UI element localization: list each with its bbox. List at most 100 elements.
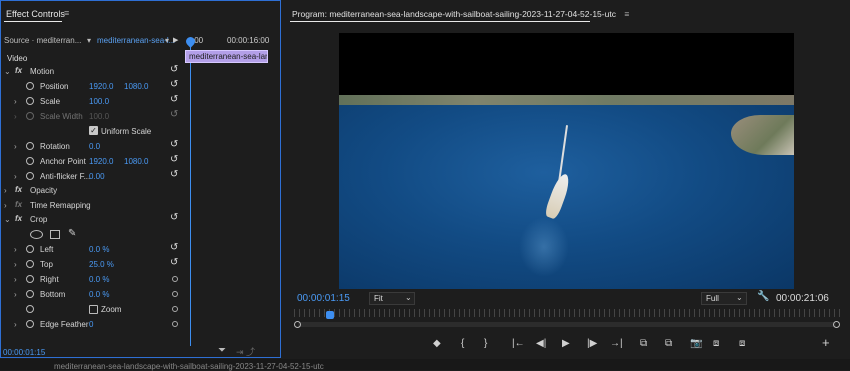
zoom-checkbox[interactable]: [89, 305, 98, 314]
export-frame-icon[interactable]: 📷: [690, 338, 702, 349]
mark-out-icon[interactable]: }: [484, 338, 487, 349]
opacity-row[interactable]: › fx Opacity: [0, 184, 184, 199]
clip-bar[interactable]: mediterranean-sea-lan: [185, 50, 268, 63]
chevron-down-icon[interactable]: ⌄: [405, 293, 412, 302]
stopwatch-icon[interactable]: [26, 260, 34, 268]
ellipse-mask-icon[interactable]: [30, 230, 43, 239]
keyframe-icon[interactable]: [172, 321, 178, 327]
stopwatch-icon[interactable]: [26, 142, 34, 150]
stopwatch-icon[interactable]: [26, 290, 34, 298]
fx-icon[interactable]: fx: [15, 185, 22, 194]
chevron-right-icon[interactable]: ›: [14, 172, 17, 181]
keyframe-icon[interactable]: [172, 306, 178, 312]
stopwatch-icon[interactable]: [26, 320, 34, 328]
chevron-right-icon[interactable]: ›: [14, 320, 17, 329]
chevron-right-icon[interactable]: ›: [4, 201, 7, 210]
anchor-y-value[interactable]: 1080.0: [124, 157, 148, 166]
fx-icon[interactable]: fx: [15, 214, 22, 223]
export-icons: ⇥ ⤴: [236, 347, 256, 357]
scale-value[interactable]: 100.0: [89, 97, 109, 106]
rotation-value[interactable]: 0.0: [89, 142, 100, 151]
motion-row[interactable]: ⌄ fx Motion: [0, 65, 184, 80]
effect-controls-tab[interactable]: Effect Controls: [6, 9, 65, 19]
panel-menu-icon[interactable]: ≡: [64, 8, 69, 18]
chevron-down-icon[interactable]: ⌄: [4, 215, 11, 224]
uniform-scale-checkbox[interactable]: ✓: [89, 126, 98, 135]
chevron-down-icon[interactable]: ⌄: [4, 67, 11, 76]
filter-icon[interactable]: ⏷: [218, 345, 226, 356]
source-selector[interactable]: Source · mediterran...: [4, 36, 81, 45]
anti-flicker-value[interactable]: 0.00: [89, 172, 105, 181]
reset-icon[interactable]: ↺: [170, 154, 178, 165]
crop-left-value[interactable]: 0.0 %: [89, 245, 109, 254]
reset-icon[interactable]: ↺: [170, 169, 178, 180]
active-tab-underline: [290, 21, 590, 22]
stopwatch-icon[interactable]: [26, 245, 34, 253]
comparison-view-icon[interactable]: ⧈: [713, 338, 719, 349]
reset-icon[interactable]: ↺: [170, 64, 178, 75]
rectangle-mask-icon[interactable]: [50, 230, 60, 239]
crop-bottom-value[interactable]: 0.0 %: [89, 290, 109, 299]
play-only-icon[interactable]: ▶: [173, 36, 178, 44]
crop-top-value[interactable]: 25.0 %: [89, 260, 114, 269]
clip-selector[interactable]: mediterranean-sea-l...: [97, 36, 175, 45]
position-y-value[interactable]: 1080.0: [124, 82, 148, 91]
zoom-scrollbar[interactable]: [298, 322, 836, 327]
extract-icon[interactable]: ⧉: [665, 338, 672, 349]
mark-in-icon[interactable]: {: [461, 338, 464, 349]
scrollbar-left-handle[interactable]: [294, 321, 301, 328]
reset-icon[interactable]: ↺: [170, 212, 178, 223]
lift-icon[interactable]: ⧉: [640, 338, 647, 349]
step-forward-icon[interactable]: |▶: [587, 338, 597, 349]
chevron-right-icon[interactable]: ›: [14, 275, 17, 284]
scrollbar-right-handle[interactable]: [833, 321, 840, 328]
time-remapping-row[interactable]: › fx Time Remapping: [0, 199, 184, 214]
stopwatch-icon[interactable]: [26, 82, 34, 90]
reset-icon[interactable]: ↺: [170, 139, 178, 150]
keyframe-icon[interactable]: [172, 291, 178, 297]
crop-row[interactable]: ⌄ fx Crop: [0, 213, 184, 228]
reset-icon[interactable]: ↺: [170, 79, 178, 90]
panel-menu-icon[interactable]: ≡: [624, 9, 629, 19]
program-monitor-title[interactable]: Program: mediterranean-sea-landscape-wit…: [292, 9, 629, 19]
add-marker-icon[interactable]: ◆: [433, 338, 441, 349]
chevron-right-icon[interactable]: ›: [14, 142, 17, 151]
chevron-right-icon[interactable]: ›: [4, 186, 7, 195]
go-to-out-icon[interactable]: →|: [610, 338, 623, 349]
time-ruler[interactable]: [294, 309, 840, 317]
stopwatch-icon[interactable]: [26, 97, 34, 105]
clip-dropdown-icon[interactable]: ▾: [165, 36, 169, 45]
step-back-icon[interactable]: ◀|: [536, 338, 546, 349]
wrench-icon[interactable]: 🔧: [757, 291, 769, 302]
edge-feather-value[interactable]: 0: [89, 320, 93, 329]
reset-icon[interactable]: ↺: [170, 257, 178, 268]
chevron-right-icon[interactable]: ›: [14, 97, 17, 106]
stopwatch-icon[interactable]: [26, 305, 34, 313]
crop-right-value[interactable]: 0.0 %: [89, 275, 109, 284]
anchor-x-value[interactable]: 1920.0: [89, 157, 113, 166]
crop-bottom-label: Bottom: [40, 290, 66, 299]
play-icon[interactable]: ▶: [562, 338, 570, 349]
pen-mask-icon[interactable]: ✎: [68, 228, 76, 239]
reset-icon[interactable]: ↺: [170, 94, 178, 105]
playhead-handle[interactable]: [326, 311, 334, 319]
chevron-down-icon[interactable]: ⌄: [736, 293, 743, 302]
stopwatch-icon[interactable]: [26, 275, 34, 283]
chevron-right-icon[interactable]: ›: [14, 290, 17, 299]
chevron-right-icon[interactable]: ›: [14, 260, 17, 269]
video-preview[interactable]: [339, 33, 794, 289]
stopwatch-icon[interactable]: [26, 172, 34, 180]
fx-icon[interactable]: fx: [15, 66, 22, 75]
reset-icon[interactable]: ↺: [170, 242, 178, 253]
source-dropdown-icon[interactable]: ▾: [87, 36, 91, 45]
uniform-scale-row[interactable]: ✓ Uniform Scale: [0, 125, 184, 140]
go-to-in-icon[interactable]: |←: [512, 338, 525, 349]
effect-controls-time[interactable]: 00:00:01:15: [3, 348, 45, 357]
playhead-timecode[interactable]: 00:00:01:15: [297, 293, 350, 304]
chevron-right-icon[interactable]: ›: [14, 245, 17, 254]
button-editor-icon[interactable]: +: [822, 335, 830, 350]
toggle-proxies-icon[interactable]: ⧈: [739, 338, 745, 349]
keyframe-icon[interactable]: [172, 276, 178, 282]
position-x-value[interactable]: 1920.0: [89, 82, 113, 91]
stopwatch-icon[interactable]: [26, 157, 34, 165]
